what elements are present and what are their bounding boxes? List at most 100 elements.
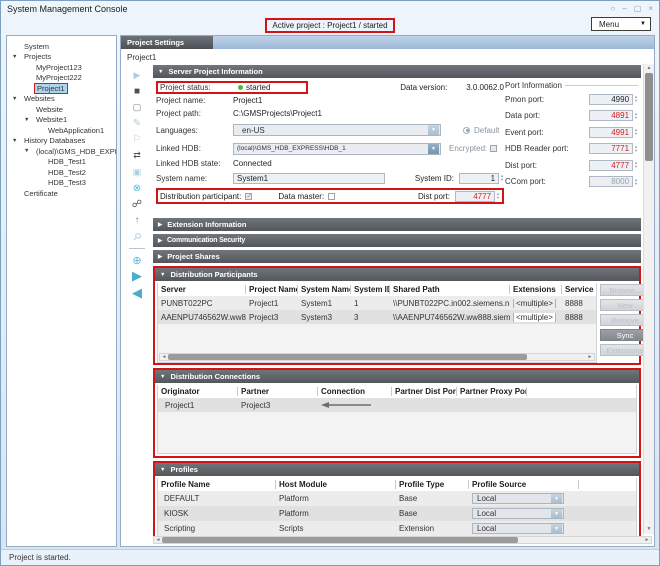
- profile-source-dropdown[interactable]: Local ▼: [472, 523, 564, 534]
- scroll-right-icon[interactable]: ►: [586, 354, 594, 360]
- spinner-icon[interactable]: ▲▼: [496, 192, 500, 200]
- scroll-right-icon[interactable]: ►: [643, 537, 651, 543]
- maximize-icon[interactable]: ▢: [634, 4, 642, 13]
- section-header-project-shares[interactable]: ▶ Project Shares: [153, 250, 641, 263]
- participants-table-header: Server Project Name System Name System I…: [158, 283, 596, 296]
- dist-port-input[interactable]: 4777: [455, 191, 495, 202]
- languages-label: Languages:: [156, 126, 233, 135]
- stop-icon[interactable]: ■: [130, 85, 144, 97]
- tree-item-myproject123[interactable]: MyProject123: [7, 62, 116, 73]
- event-port-input[interactable]: 4991: [589, 127, 633, 138]
- main-v-scrollbar[interactable]: ▲ ▼: [643, 64, 654, 534]
- connections-row-1[interactable]: Project1 Project3: [158, 398, 636, 412]
- spinner-icon[interactable]: ▲▼: [634, 161, 638, 169]
- tree-item-hdb-test2[interactable]: HDB_Test2: [7, 167, 116, 178]
- tree-item-project1[interactable]: Project1: [7, 83, 116, 94]
- tree-item-certificate[interactable]: Certificate: [7, 188, 116, 199]
- profile-source-dropdown[interactable]: Local ▼: [472, 508, 564, 519]
- section-header-distribution-participants[interactable]: ▼ Distribution Participants: [155, 268, 639, 281]
- section-header-server-project-information[interactable]: ▼ Server Project Information: [153, 65, 641, 78]
- dropdown-arrow-icon[interactable]: ▼: [428, 144, 439, 154]
- section-server-project-information: ▼ Server Project Information Project sta…: [153, 65, 641, 215]
- tree-item-projects[interactable]: ▼Projects: [7, 52, 116, 63]
- tree-item-hdb-test1[interactable]: HDB_Test1: [7, 157, 116, 168]
- system-id-input[interactable]: 1: [459, 173, 499, 184]
- dropdown-arrow-icon[interactable]: ▼: [551, 524, 562, 533]
- tree-item-system[interactable]: System: [7, 41, 116, 52]
- scroll-down-icon[interactable]: ▼: [644, 525, 654, 534]
- tab-project-settings[interactable]: Project Settings: [121, 36, 213, 49]
- spinner-icon[interactable]: ▲▼: [634, 112, 638, 120]
- save-icon[interactable]: ▣: [130, 166, 144, 178]
- section-header-extension-information[interactable]: ▶ Extension Information: [153, 218, 641, 231]
- link-nodes-icon[interactable]: ⇄: [130, 150, 144, 162]
- extensions-chip[interactable]: <multiple>: [513, 299, 556, 308]
- participants-h-scrollbar[interactable]: ◄ ►: [159, 353, 595, 361]
- pmon-port-input[interactable]: 4990: [589, 94, 633, 105]
- start-project-icon[interactable]: ▶: [130, 270, 144, 282]
- upload-arrow-icon[interactable]: ↑: [130, 215, 144, 227]
- options-icon[interactable]: ○: [610, 4, 615, 13]
- extensions-chip[interactable]: <multiple>: [513, 313, 556, 322]
- data-master-checkbox[interactable]: [328, 193, 335, 200]
- close-circle-icon[interactable]: ⊗: [130, 182, 144, 194]
- back-icon[interactable]: ◀: [130, 287, 144, 299]
- spinner-icon[interactable]: ▲▼: [500, 174, 504, 182]
- languages-dropdown[interactable]: en-US ▼: [233, 124, 441, 136]
- v-scroll-thumb[interactable]: [645, 73, 653, 161]
- system-id-label: System ID:: [415, 174, 454, 183]
- section-header-profiles[interactable]: ▼ Profiles: [155, 463, 639, 476]
- tree-item-webapplication1[interactable]: WebApplication1: [7, 125, 116, 136]
- tree-expand-icon[interactable]: ▼: [24, 117, 34, 123]
- section-header-communication-security[interactable]: ▶ Communication Security: [153, 234, 641, 247]
- participants-row-2[interactable]: AAENPU746562W.ww888 Project3 System3 3 \…: [158, 310, 596, 324]
- tree-expand-icon[interactable]: ▼: [24, 148, 34, 154]
- spinner-icon[interactable]: ▲▼: [634, 95, 638, 103]
- spinner-icon[interactable]: ▲▼: [634, 145, 638, 153]
- project-name-label: Project1: [121, 49, 654, 64]
- scroll-up-icon[interactable]: ▲: [644, 64, 654, 73]
- profiles-row-2[interactable]: KIOSK Platform Base Local ▼: [158, 506, 636, 521]
- document-icon[interactable]: ▢: [130, 101, 144, 113]
- close-icon[interactable]: ×: [648, 4, 653, 13]
- tree-expand-icon[interactable]: ▼: [12, 138, 22, 144]
- spinner-icon[interactable]: ▲▼: [634, 128, 638, 136]
- edit-pencil-icon[interactable]: ✎: [130, 118, 144, 130]
- main-h-scrollbar[interactable]: ◄ ►: [153, 536, 652, 544]
- menu-dropdown[interactable]: Menu ▼: [591, 17, 651, 31]
- minimize-icon[interactable]: –: [622, 4, 626, 13]
- section-header-distribution-connections[interactable]: ▼ Distribution Connections: [155, 370, 639, 383]
- tree-item-websites[interactable]: ▼Websites: [7, 94, 116, 105]
- h-scroll-thumb[interactable]: [162, 537, 518, 543]
- dist-port-right-input[interactable]: 4777: [589, 160, 633, 171]
- tree-item-hdb-test3[interactable]: HDB_Test3: [7, 178, 116, 189]
- scroll-left-icon[interactable]: ◄: [154, 537, 162, 543]
- pin-icon[interactable]: ⚲: [128, 228, 146, 246]
- tree-item-gms-hdb-express[interactable]: ▼(local)\GMS_HDB_EXPRESS: [7, 146, 116, 157]
- tree-item-myproject222[interactable]: MyProject222: [7, 73, 116, 84]
- dropdown-arrow-icon[interactable]: ▼: [428, 125, 439, 135]
- profiles-row-1[interactable]: DEFAULT Platform Base Local ▼: [158, 491, 636, 506]
- scroll-left-icon[interactable]: ◄: [160, 354, 168, 360]
- tree-item-website[interactable]: Website: [7, 104, 116, 115]
- tree-expand-icon[interactable]: ▼: [12, 54, 22, 60]
- data-port-input[interactable]: 4891: [589, 110, 633, 121]
- participants-row-1[interactable]: PUNBT022PC Project1 System1 1 \\PUNBT022…: [158, 296, 596, 310]
- play-icon[interactable]: ▶: [130, 69, 144, 81]
- callout-flag-icon[interactable]: ⚐: [130, 134, 144, 146]
- hdb-reader-port-input[interactable]: 7771: [589, 143, 633, 154]
- port-row-hdb-reader: HDB Reader port: 7771 ▲▼: [505, 141, 638, 158]
- title-bar: System Management Console ○ – ▢ ×: [1, 1, 659, 16]
- tree-item-website1[interactable]: ▼Website1: [7, 115, 116, 126]
- dropdown-arrow-icon[interactable]: ▼: [551, 509, 562, 518]
- profiles-row-3[interactable]: Scripting Scripts Extension Local ▼: [158, 521, 636, 536]
- system-name-input[interactable]: System1: [233, 173, 385, 184]
- tree-expand-icon[interactable]: ▼: [12, 96, 22, 102]
- add-circle-icon[interactable]: ⊕: [130, 254, 144, 266]
- settings-sections: ▼ Server Project Information Project sta…: [153, 64, 643, 534]
- tree-item-history-databases[interactable]: ▼History Databases: [7, 136, 116, 147]
- profile-source-dropdown[interactable]: Local ▼: [472, 493, 564, 504]
- dropdown-arrow-icon[interactable]: ▼: [551, 494, 562, 503]
- linked-hdb-dropdown[interactable]: (local)\GMS_HDB_EXPRESS\HDB_1 ▼: [233, 143, 441, 155]
- network-icon[interactable]: ☍: [130, 199, 144, 211]
